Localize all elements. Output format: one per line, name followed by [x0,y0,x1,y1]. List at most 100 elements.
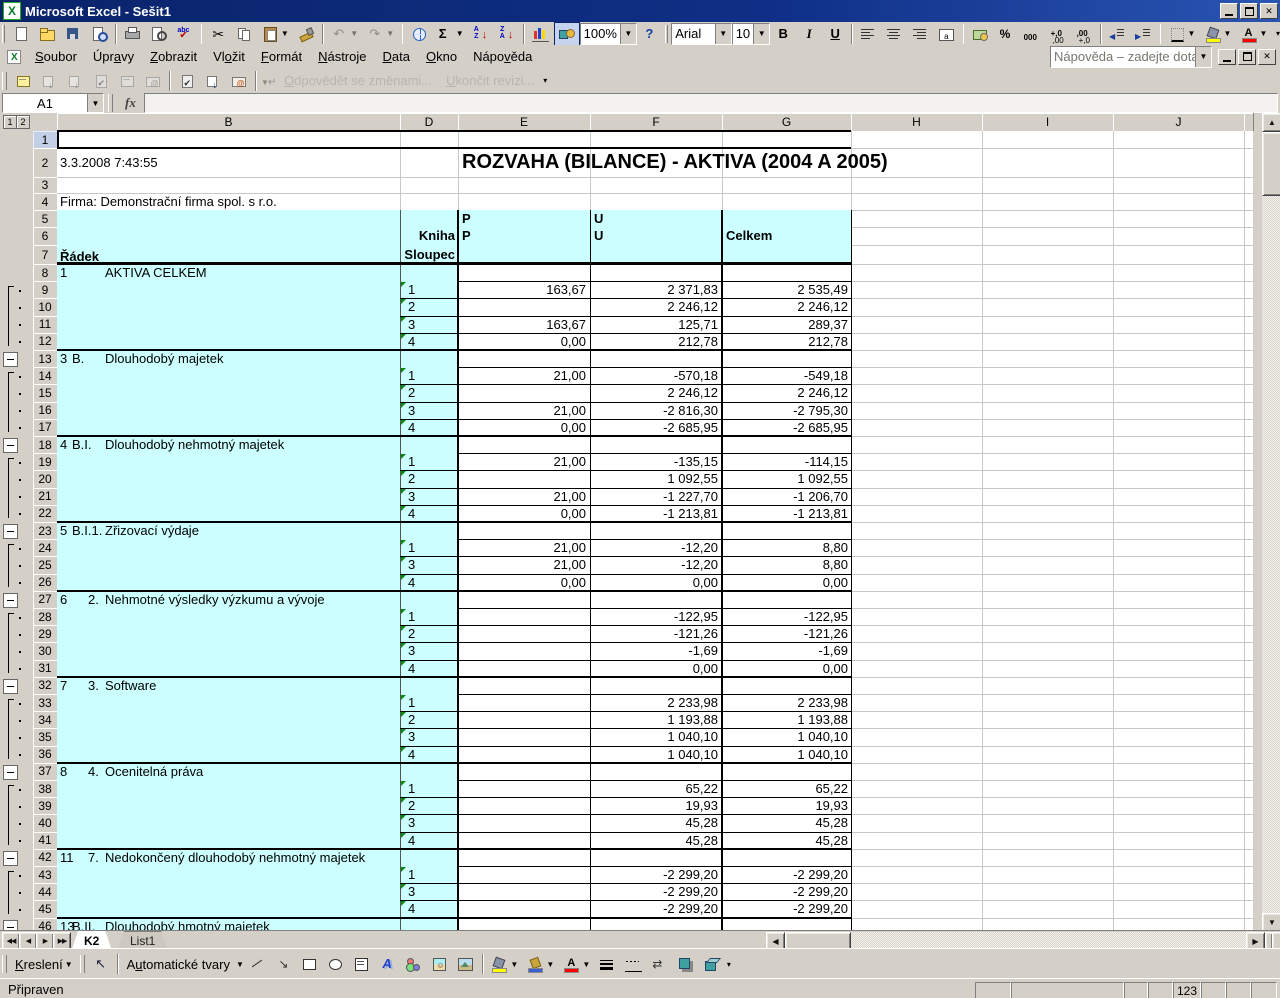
fill-color-button[interactable]: ▼ [487,952,523,976]
row-header-3[interactable]: 3 [33,177,58,194]
row-header-14[interactable]: 14 [33,367,58,386]
formula-input[interactable] [143,93,1278,113]
arrow-button[interactable] [271,952,297,976]
outline-level-1-button[interactable]: 1 [3,115,17,129]
font-color-button-dropdown[interactable]: ▼ [1260,29,1268,38]
paste-button[interactable]: ▼ [257,22,293,46]
section-row-23[interactable]: 5 B.I.1. Zřizovací výdaje [57,522,400,539]
font-combo-dropdown[interactable]: ▼ [714,23,731,44]
row-header-11[interactable]: 11 [33,315,58,334]
row-header-35[interactable]: 35 [33,728,58,747]
outline-collapse-button[interactable] [3,764,18,780]
autosum-button[interactable]: ▼ [432,22,468,46]
row-header-45[interactable]: 45 [33,900,58,919]
new-button[interactable] [8,22,34,46]
column-header-J[interactable]: J [1113,113,1245,132]
menu-soubor[interactable]: Soubor [27,46,85,67]
row-header-25[interactable]: 25 [33,556,58,575]
mail-recipient-button[interactable] [226,69,252,93]
row-header-34[interactable]: 34 [33,711,58,730]
3d-style-button[interactable] [699,952,725,976]
spelling-button[interactable] [172,22,198,46]
draw-menu-button[interactable]: Kreslení ▼ [10,952,78,976]
column-header-I[interactable]: I [982,113,1114,132]
wordart-button[interactable] [375,952,401,976]
drawing-button[interactable] [553,21,580,46]
font-color-button-dropdown[interactable]: ▼ [582,960,590,969]
row-header-37[interactable]: 37 [33,762,58,781]
drawing-toolbar-options[interactable]: ▾ [727,960,731,969]
menu-upravy[interactable]: Úpravy [85,46,142,67]
row-header-16[interactable]: 16 [33,401,58,420]
row-header-29[interactable]: 29 [33,625,58,644]
autosum-button-dropdown[interactable]: ▼ [456,29,464,38]
align-left-button[interactable] [856,22,882,46]
borders-button[interactable]: ▼ [1164,22,1200,46]
row-header-32[interactable]: 32 [33,676,58,695]
column-header-H[interactable]: H [851,113,983,132]
row-header-21[interactable]: 21 [33,487,58,506]
row-header-31[interactable]: 31 [33,659,58,678]
row-header-10[interactable]: 10 [33,298,58,317]
row-header-1[interactable]: 1 [33,131,58,149]
insert-function-button[interactable]: fx [117,95,144,111]
line-color-button[interactable]: ▼ [523,952,559,976]
row-header-20[interactable]: 20 [33,470,58,489]
row-header-27[interactable]: 27 [33,590,58,609]
row-header-23[interactable]: 23 [33,522,58,541]
menu-vlozit[interactable]: Vložit [205,46,253,67]
workbook-minimize-button[interactable] [1218,48,1236,65]
align-center-button[interactable] [882,22,908,46]
section-row-46[interactable]: 13 B.II. Dlouhodobý hmotný majetek [57,918,400,930]
menu-napoveda[interactable]: Nápověda [465,46,540,67]
outline-level-2-button[interactable]: 2 [16,115,30,129]
outline-collapse-button[interactable] [3,524,18,539]
outline-collapse-button[interactable] [3,850,18,866]
line-style-button[interactable] [595,952,621,976]
vscroll-up-button[interactable]: ▲ [1262,113,1280,132]
section-row-32[interactable]: 7 3. Software [57,677,400,694]
minimize-button[interactable] [1220,3,1238,19]
row-header-15[interactable]: 15 [33,384,58,403]
select-objects-button[interactable] [88,952,114,976]
help-button[interactable] [637,22,663,46]
menu-okno[interactable]: Okno [418,46,465,67]
arrow-style-button[interactable] [647,952,673,976]
font-combo[interactable]: Arial ▼ [671,22,732,45]
sort-descending-button[interactable] [494,22,520,46]
fill-color-button-dropdown[interactable]: ▼ [1224,29,1232,38]
row-header-6[interactable]: 6 [33,227,58,246]
section-row-8[interactable]: 1 AKTIVA CELKEM [57,264,400,281]
close-button[interactable]: ✕ [1260,3,1278,19]
vscroll-track[interactable] [1262,113,1280,930]
row-header-17[interactable]: 17 [33,418,58,437]
row-header-36[interactable]: 36 [33,745,58,764]
shadow-style-button[interactable] [673,952,699,976]
row-header-43[interactable]: 43 [33,866,58,885]
vscroll-thumb[interactable] [1262,132,1280,196]
decrease-decimal-button[interactable] [1071,22,1097,49]
row-header-40[interactable]: 40 [33,814,58,833]
workbook-icon[interactable] [6,49,23,66]
undo-button-dropdown[interactable]: ▼ [350,29,358,38]
section-row-37[interactable]: 8 4. Ocenitelná práva [57,763,400,780]
diagram-button[interactable] [401,952,427,976]
align-right-button[interactable] [908,22,934,46]
row-header-4[interactable]: 4 [33,193,58,211]
decrease-indent-button[interactable] [1105,22,1131,46]
restore-button[interactable] [1240,3,1258,19]
row-header-18[interactable]: 18 [33,436,58,455]
bold-button[interactable]: B [770,22,796,46]
menu-zobrazit[interactable]: Zobrazit [142,46,205,67]
autoshapes-menu[interactable]: Automatické tvary ▼ [122,952,245,976]
increase-decimal-button[interactable] [1045,22,1071,49]
row-header-13[interactable]: 13 [33,350,58,369]
toolbar-options-arrow[interactable]: ▾ [1276,29,1280,38]
row-header-12[interactable]: 12 [33,332,58,351]
zoom-combo-dropdown[interactable]: ▼ [619,23,636,44]
paste-button-dropdown[interactable]: ▼ [281,29,289,38]
save-button[interactable] [60,22,86,46]
copy-button[interactable] [231,22,257,46]
zoom-combo[interactable]: 100% ▼ [579,22,637,45]
ask-a-question-box[interactable]: Nápověda – zadejte dotaz ▼ [1050,45,1212,68]
